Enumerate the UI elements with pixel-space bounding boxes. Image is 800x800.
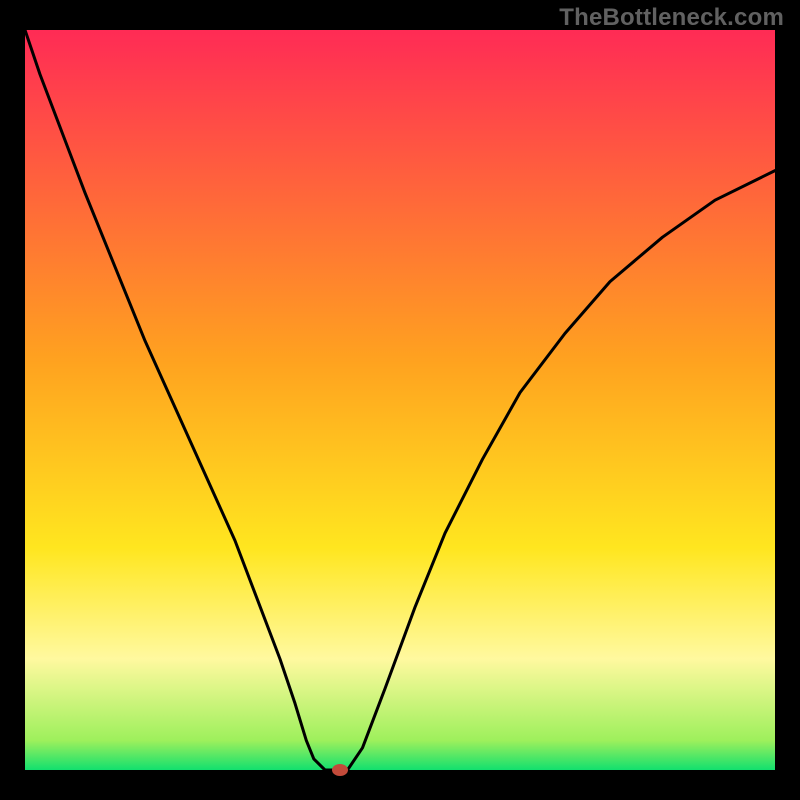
optimum-marker [332,764,348,776]
watermark-text: TheBottleneck.com [559,4,784,32]
bottleneck-chart [0,0,800,800]
chart-plot-area [25,30,775,770]
